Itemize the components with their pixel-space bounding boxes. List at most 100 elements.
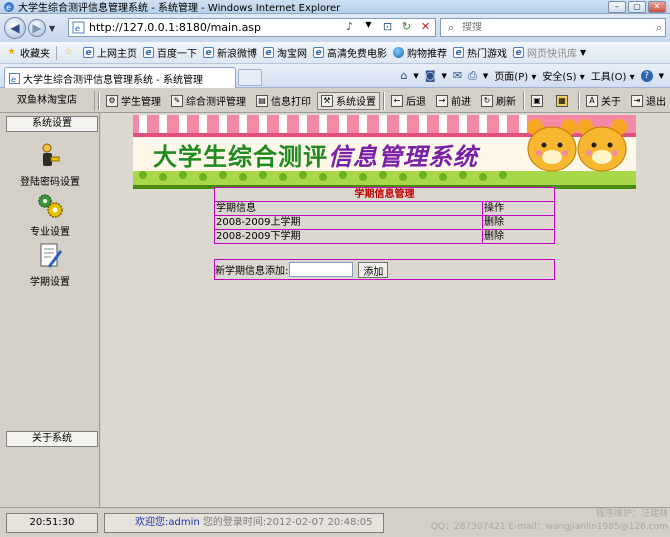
ie-page-icon: e bbox=[513, 47, 524, 58]
favorite-link[interactable]: e 淘宝网 bbox=[263, 45, 307, 60]
about-button[interactable]: A 关于 bbox=[582, 92, 625, 110]
sidebar-section-title[interactable]: 系统设置 bbox=[6, 116, 98, 132]
print-icon: ▤ bbox=[256, 94, 268, 107]
add-favorite-button[interactable]: ☆ bbox=[63, 47, 77, 58]
chevron-down-icon[interactable]: ▼ bbox=[442, 72, 447, 80]
credits: 程序维护：汪建林 QQ：287307421 E-mail：wangjianlin… bbox=[431, 508, 668, 534]
add-star-icon: ☆ bbox=[64, 47, 73, 57]
history-dropdown-icon[interactable]: ▼ bbox=[49, 24, 55, 33]
favorite-link[interactable]: e 热门游戏 bbox=[453, 45, 507, 60]
page-menu-label: 页面(P) bbox=[494, 72, 529, 83]
minimize-button[interactable]: – bbox=[608, 1, 626, 13]
print-icon[interactable]: ⎙ bbox=[468, 69, 477, 83]
sidebar-item-semester-settings[interactable]: 学期设置 bbox=[0, 241, 100, 288]
assessment-management-button[interactable]: ✎ 综合测评管理 bbox=[167, 92, 250, 110]
welcome-panel: 欢迎您:admin 您的登录时间:2012-02-07 20:48:05 bbox=[104, 513, 384, 533]
toolbar-separator bbox=[523, 91, 525, 110]
refresh-icon: ↻ bbox=[481, 94, 493, 107]
student-management-button[interactable]: ⚙ 学生管理 bbox=[102, 92, 165, 110]
ie-page-icon: e bbox=[313, 47, 324, 58]
url-field[interactable]: e http://127.0.0.1:8180/main.asp ♪ ▼ ⊡ ↻… bbox=[68, 18, 436, 37]
search-input[interactable] bbox=[462, 22, 642, 33]
delete-link[interactable]: 删除 bbox=[482, 215, 555, 230]
sidebar-item-label: 学期设置 bbox=[30, 277, 70, 288]
clock: 20:51:30 bbox=[6, 513, 98, 533]
new-tab-button[interactable] bbox=[238, 69, 262, 86]
refresh-button[interactable]: ↻ 刷新 bbox=[477, 92, 520, 110]
back-button[interactable]: ← 后退 bbox=[387, 92, 430, 110]
banner: 大学生综合测评信息管理系统 bbox=[133, 115, 636, 189]
favorite-link[interactable]: e 网页快讯库 ▼ bbox=[513, 45, 586, 60]
page-icon: e bbox=[72, 21, 85, 34]
exit-button[interactable]: ⇥ 退出 bbox=[627, 92, 670, 110]
toolbar-button-label: 学生管理 bbox=[121, 97, 161, 108]
home-icon[interactable]: ⌂ bbox=[400, 69, 407, 82]
stop-icon[interactable]: ✕ bbox=[418, 20, 433, 33]
compatibility-view-icon[interactable]: ♪ bbox=[342, 20, 357, 33]
sidebar-item-label: 登陆密码设置 bbox=[20, 177, 80, 188]
search-box[interactable]: ⌕ ⌕ bbox=[440, 18, 666, 37]
page-compat-icon[interactable]: ⊡ bbox=[380, 20, 395, 33]
chevron-down-icon[interactable]: ▼ bbox=[413, 72, 418, 80]
search-go-icon[interactable]: ⌕ bbox=[656, 21, 662, 35]
safety-menu[interactable]: 安全(S) ▾ bbox=[542, 68, 584, 83]
close-window-button[interactable]: ✕ bbox=[648, 1, 666, 13]
browser-tab[interactable]: e 大学生综合测评信息管理系统 - 系统管理 bbox=[4, 67, 236, 88]
favorite-link[interactable]: e 上网主页 bbox=[83, 45, 137, 60]
rss-dropdown-icon[interactable]: ▼ bbox=[361, 20, 376, 33]
user-key-icon bbox=[42, 143, 60, 166]
system-settings-button[interactable]: ⚒ 系统设置 bbox=[317, 91, 380, 110]
favorite-link-label: 高清免费电影 bbox=[327, 49, 387, 60]
semester-name-input[interactable] bbox=[289, 262, 354, 277]
chevron-down-icon[interactable]: ▼ bbox=[483, 72, 488, 80]
feeds-icon[interactable]: ◙ bbox=[425, 69, 436, 82]
help-icon[interactable]: ? bbox=[640, 69, 653, 82]
favorites-button[interactable]: ★ 收藏夹 bbox=[6, 45, 50, 60]
url-text[interactable]: http://127.0.0.1:8180/main.asp bbox=[89, 21, 261, 34]
bear-right-icon bbox=[577, 119, 627, 172]
grid-icon: ▦ bbox=[556, 94, 568, 107]
grid-button[interactable]: ▦ bbox=[552, 92, 575, 110]
delete-link[interactable]: 删除 bbox=[482, 229, 555, 244]
semester-info-cell: 2008-2009下学期 bbox=[214, 229, 483, 244]
sidebar-item-label: 专业设置 bbox=[30, 227, 70, 238]
tools-menu[interactable]: 工具(O) ▾ bbox=[591, 68, 635, 83]
globe-icon bbox=[393, 47, 404, 58]
browser-back-button[interactable]: ◀ bbox=[4, 17, 26, 39]
sidebar-about-title[interactable]: 关于系统 bbox=[6, 431, 98, 447]
student-icon: ⚙ bbox=[106, 94, 118, 107]
favorite-link[interactable]: e 高清免费电影 bbox=[313, 45, 387, 60]
refresh-icon[interactable]: ↻ bbox=[399, 20, 414, 33]
toolbar-button-label: 退出 bbox=[646, 97, 666, 108]
browser-forward-button[interactable]: ▶ bbox=[28, 19, 46, 37]
maximize-button[interactable]: ▢ bbox=[628, 1, 646, 13]
sidebar-item-password-settings[interactable]: 登陆密码设置 bbox=[0, 141, 100, 188]
favorite-link[interactable]: 购物推荐 bbox=[393, 45, 447, 60]
table-row: 2008-2009上学期 删除 bbox=[214, 215, 555, 230]
chevron-down-icon[interactable]: ▼ bbox=[659, 72, 664, 80]
toolbar-button-label: 信息打印 bbox=[271, 97, 311, 108]
page-menu[interactable]: 页面(P) ▾ bbox=[494, 68, 536, 83]
left-sidebar: 系统设置 登陆密码设置 专业设置 学期设置 关于系统 bbox=[0, 113, 100, 507]
add-semester-form: 新学期信息添加: 添加 bbox=[214, 259, 555, 280]
favorite-link[interactable]: e 新浪微博 bbox=[203, 45, 257, 60]
status-bar: 20:51:30 欢迎您:admin 您的登录时间:2012-02-07 20:… bbox=[0, 507, 670, 537]
column-header-action: 操作 bbox=[482, 201, 555, 216]
gears-icon bbox=[38, 194, 63, 218]
tools-menu-label: 工具(O) bbox=[590, 72, 627, 83]
banner-title: 大学生综合测评信息管理系统 bbox=[153, 137, 478, 172]
ie-page-icon: e bbox=[83, 47, 94, 58]
table-row: 2008-2009下学期 删除 bbox=[214, 229, 555, 244]
toolbar-button-label: 关于 bbox=[601, 97, 621, 108]
banner-title-green: 大学生综合测评 bbox=[153, 143, 328, 171]
forward-button[interactable]: → 前进 bbox=[432, 92, 475, 110]
window-controls: – ▢ ✕ bbox=[608, 1, 666, 13]
window-button[interactable]: ▣ bbox=[527, 92, 550, 110]
info-print-button[interactable]: ▤ 信息打印 bbox=[252, 92, 315, 110]
toolbar-separator bbox=[98, 91, 100, 110]
sidebar-item-major-settings[interactable]: 专业设置 bbox=[0, 191, 100, 238]
add-button[interactable]: 添加 bbox=[358, 261, 389, 278]
favorite-link[interactable]: e 百度一下 bbox=[143, 45, 197, 60]
mail-icon[interactable]: ✉ bbox=[453, 69, 462, 82]
favorite-link-label: 上网主页 bbox=[97, 49, 137, 60]
